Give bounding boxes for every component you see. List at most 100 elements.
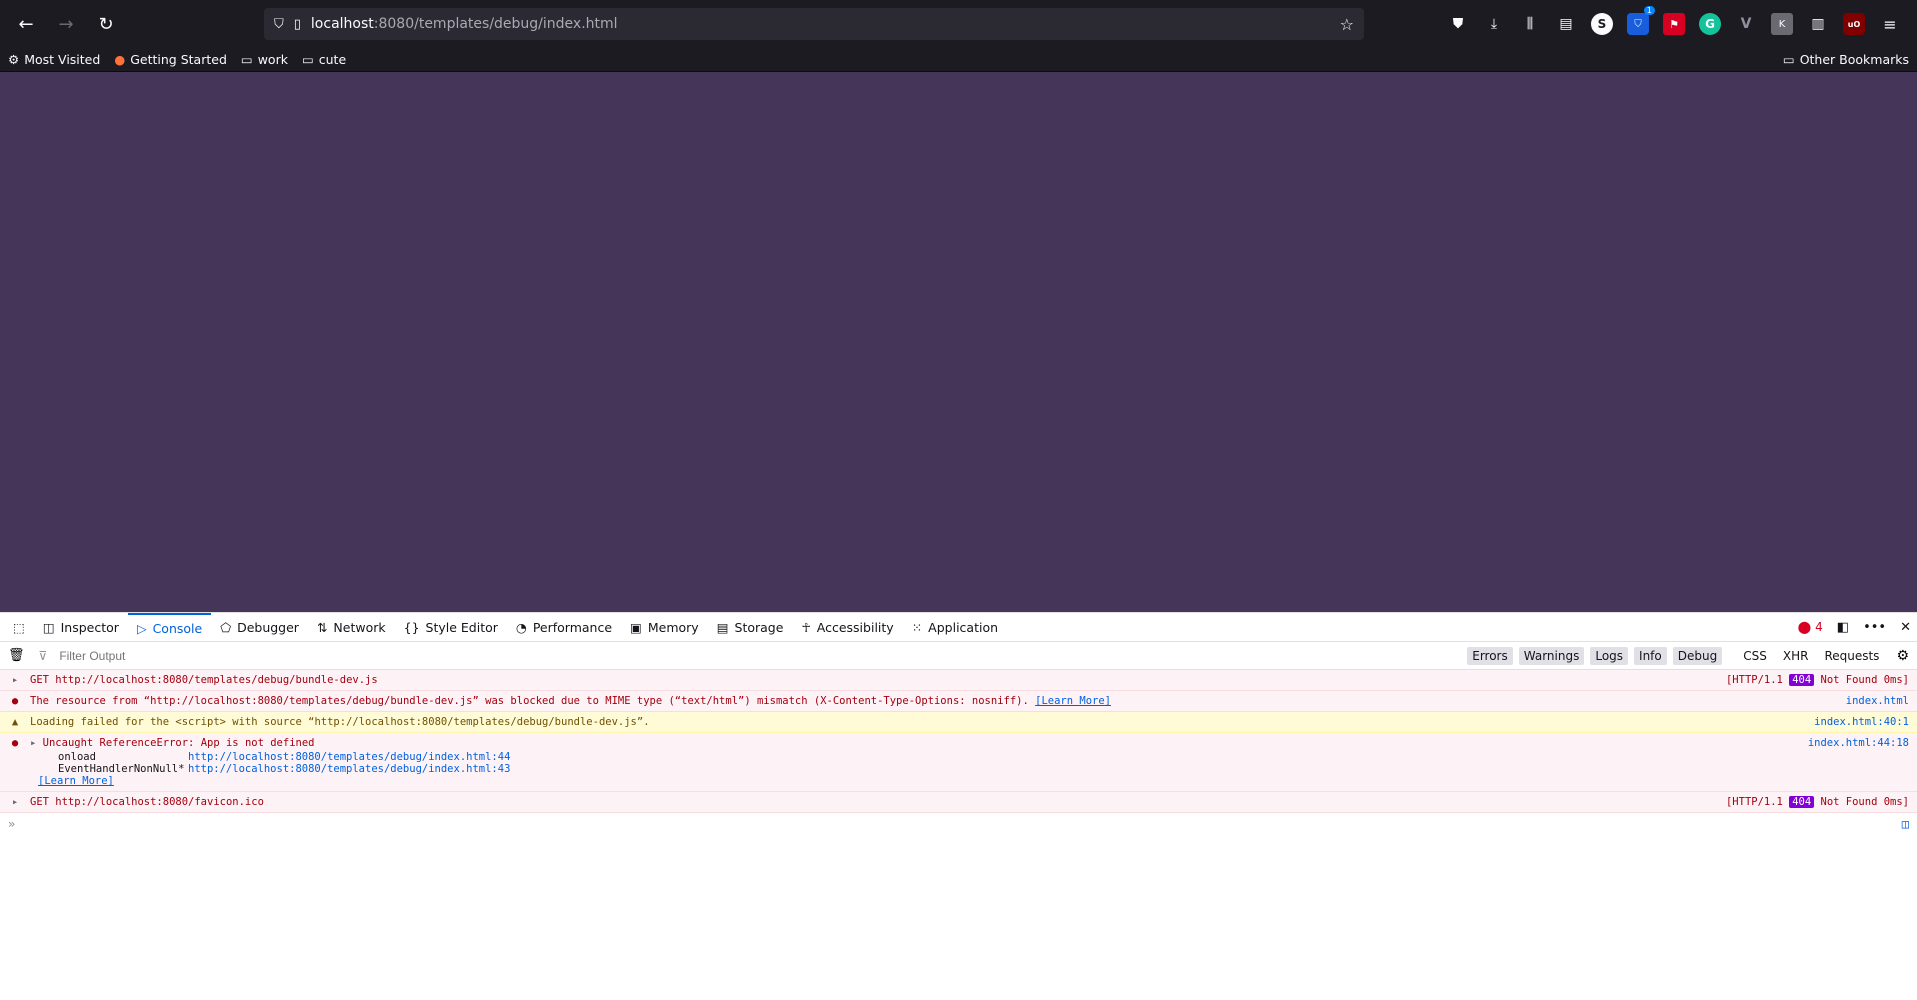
back-button[interactable]: ← xyxy=(8,8,44,40)
bookmark-folder-work[interactable]: ▭ work xyxy=(241,52,288,67)
expand-arrow-icon[interactable]: ▸ xyxy=(8,796,22,808)
element-picker-button[interactable]: ⬚ xyxy=(4,613,34,642)
tab-inspector[interactable]: ◫ Inspector xyxy=(34,613,128,642)
sidebar-icon[interactable]: ▤ xyxy=(1555,13,1577,35)
bookmark-folder-cute[interactable]: ▭ cute xyxy=(302,52,346,67)
tab-network[interactable]: ⇅ Network xyxy=(308,613,395,642)
devtools-panel: ⬚ ◫ Inspector ▷ Console ⬠ Debugger ⇅ Network… xyxy=(0,612,1917,1000)
bookmark-most-visited[interactable]: ⚙ Most Visited xyxy=(8,52,100,67)
more-options-icon[interactable]: ••• xyxy=(1863,620,1886,635)
expand-arrow-icon[interactable]: ▸ xyxy=(30,737,36,749)
navigation-toolbar: ← → ↻ ⛉ ▯ localhost:8080/templates/debug… xyxy=(0,0,1917,48)
dock-icon[interactable]: ◧ xyxy=(1837,620,1849,635)
filter-css[interactable]: CSS xyxy=(1738,647,1772,665)
console-icon: ▷ xyxy=(136,620,147,636)
reload-button[interactable]: ↻ xyxy=(88,8,124,40)
filter-icon: ⊽ xyxy=(38,648,48,663)
editor-mode-icon[interactable]: ◫ xyxy=(1902,817,1909,831)
url-bar[interactable]: ⛉ ▯ localhost:8080/templates/debug/index… xyxy=(264,8,1364,40)
message-source-link[interactable]: index.html:44:18 xyxy=(1808,737,1909,749)
arrow-right-icon: → xyxy=(58,13,74,35)
learn-more-link[interactable]: [Learn More] xyxy=(1035,695,1111,707)
expand-arrow-icon[interactable]: ▸ xyxy=(8,674,22,686)
bitwarden-icon[interactable]: ⛉ 1 xyxy=(1627,6,1655,35)
download-icon[interactable]: ⤓ xyxy=(1483,13,1505,35)
tab-debugger[interactable]: ⬠ Debugger xyxy=(211,613,308,642)
tab-accessibility[interactable]: ☥ Accessibility xyxy=(792,613,902,642)
tab-storage[interactable]: ▤ Storage xyxy=(708,613,793,642)
filter-debug[interactable]: Debug xyxy=(1672,646,1723,665)
browser-chrome: ← → ↻ ⛉ ▯ localhost:8080/templates/debug… xyxy=(0,0,1917,72)
filter-errors[interactable]: Errors xyxy=(1467,646,1513,665)
bookmark-getting-started[interactable]: ● Getting Started xyxy=(114,52,227,67)
filter-requests[interactable]: Requests xyxy=(1819,647,1884,665)
console-input[interactable]: » ◫ xyxy=(0,813,1917,835)
stack-frame[interactable]: EventHandlerNonNull* http://localhost:808… xyxy=(58,763,1796,775)
console-output: ▸ GET http://localhost:8080/templates/de… xyxy=(0,670,1917,835)
tab-console[interactable]: ▷ Console xyxy=(127,612,212,642)
firefox-icon: ● xyxy=(114,52,126,67)
message-source-link[interactable]: index.html xyxy=(1846,695,1909,707)
page-icon: ▯ xyxy=(293,16,301,32)
stack-frame[interactable]: onload http://localhost:8080/templates/de… xyxy=(58,751,1796,763)
console-settings-gear-icon[interactable]: ⚙ xyxy=(1896,648,1909,664)
console-message-error[interactable]: ● The resource from “http://localhost:80… xyxy=(0,691,1917,712)
tab-application[interactable]: ⁙ Application xyxy=(903,613,1007,642)
style-editor-icon: {} xyxy=(403,619,420,635)
error-count-badge[interactable]: ⬤ 4 xyxy=(1798,620,1823,634)
warning-icon: ▲ xyxy=(11,716,19,728)
console-filter-bar: 🗑 ⊽ Errors Warnings Logs Info Debug CSS … xyxy=(0,642,1917,670)
tab-performance[interactable]: ◔ Performance xyxy=(507,613,621,642)
menu-icon[interactable]: ≡ xyxy=(1879,13,1901,35)
other-bookmarks[interactable]: ▭ Other Bookmarks xyxy=(1783,52,1909,67)
url-host: localhost xyxy=(310,16,374,32)
filter-warnings[interactable]: Warnings xyxy=(1518,646,1585,665)
filter-xhr[interactable]: XHR xyxy=(1778,647,1814,665)
http-status: [HTTP/1.1 404 Not Found 0ms] xyxy=(1725,796,1909,808)
console-message-network[interactable]: ▸ GET http://localhost:8080/favicon.ico … xyxy=(0,792,1917,813)
accessibility-icon: ☥ xyxy=(801,619,811,635)
stack-trace: onload http://localhost:8080/templates/de… xyxy=(58,751,1796,775)
gear-icon: ⚙ xyxy=(8,52,20,67)
extension-k-icon[interactable]: K xyxy=(1771,13,1793,35)
trash-icon[interactable]: 🗑 xyxy=(8,648,25,663)
error-icon: ● xyxy=(11,695,19,707)
vue-devtools-icon[interactable]: V xyxy=(1735,13,1757,35)
close-icon[interactable]: ✕ xyxy=(1900,620,1911,635)
inspector-icon: ◫ xyxy=(42,619,55,635)
folder-icon: ▭ xyxy=(240,52,253,67)
network-icon: ⇅ xyxy=(316,619,328,635)
message-source-link[interactable]: index.html:40:1 xyxy=(1814,716,1909,728)
bookmark-star-icon[interactable]: ☆ xyxy=(1340,15,1354,34)
learn-more-link[interactable]: [Learn More] xyxy=(38,775,114,787)
toolbar-icons: ⛊ ⤓ ⫼ ▤ S ⛉ 1 ⚑ G V K ▥ uO ≡ xyxy=(1447,6,1909,35)
red-extension-icon[interactable]: ⚑ xyxy=(1663,13,1685,35)
forward-button[interactable]: → xyxy=(48,8,84,40)
log-level-filters: Errors Warnings Logs Info Debug CSS XHR … xyxy=(1467,646,1917,665)
console-message-error[interactable]: ● ▸ Uncaught ReferenceError: App is not … xyxy=(0,733,1917,792)
console-message-warning[interactable]: ▲ Loading failed for the <script> with s… xyxy=(0,712,1917,733)
arrow-left-icon: ← xyxy=(18,13,34,35)
tab-style-editor[interactable]: {} Style Editor xyxy=(395,613,507,642)
extension-s-icon[interactable]: S xyxy=(1591,13,1613,35)
filter-output-input[interactable] xyxy=(59,648,1468,663)
library-icon[interactable]: ⫼ xyxy=(1519,13,1541,35)
extension-badge: 1 xyxy=(1643,6,1655,15)
devtools-tabbar: ⬚ ◫ Inspector ▷ Console ⬠ Debugger ⇅ Network… xyxy=(0,612,1917,642)
prompt-chevron-icon: » xyxy=(8,817,16,831)
console-message-network[interactable]: ▸ GET http://localhost:8080/templates/de… xyxy=(0,670,1917,691)
filter-info[interactable]: Info xyxy=(1634,646,1667,665)
error-icon: ● xyxy=(11,737,19,749)
filter-logs[interactable]: Logs xyxy=(1590,646,1629,665)
barcode-icon[interactable]: ▥ xyxy=(1807,13,1829,35)
storage-icon: ▤ xyxy=(716,619,729,635)
grammarly-icon[interactable]: G xyxy=(1699,13,1721,35)
reload-icon: ↻ xyxy=(98,13,114,35)
tab-memory[interactable]: ▣ Memory xyxy=(621,613,708,642)
debugger-icon: ⬠ xyxy=(220,619,232,635)
application-icon: ⁙ xyxy=(911,619,923,635)
picker-icon: ⬚ xyxy=(13,619,25,635)
ublock-icon[interactable]: uO xyxy=(1843,13,1865,35)
shield-icon[interactable]: ⛉ xyxy=(274,17,284,32)
pocket-icon[interactable]: ⛊ xyxy=(1447,13,1469,35)
